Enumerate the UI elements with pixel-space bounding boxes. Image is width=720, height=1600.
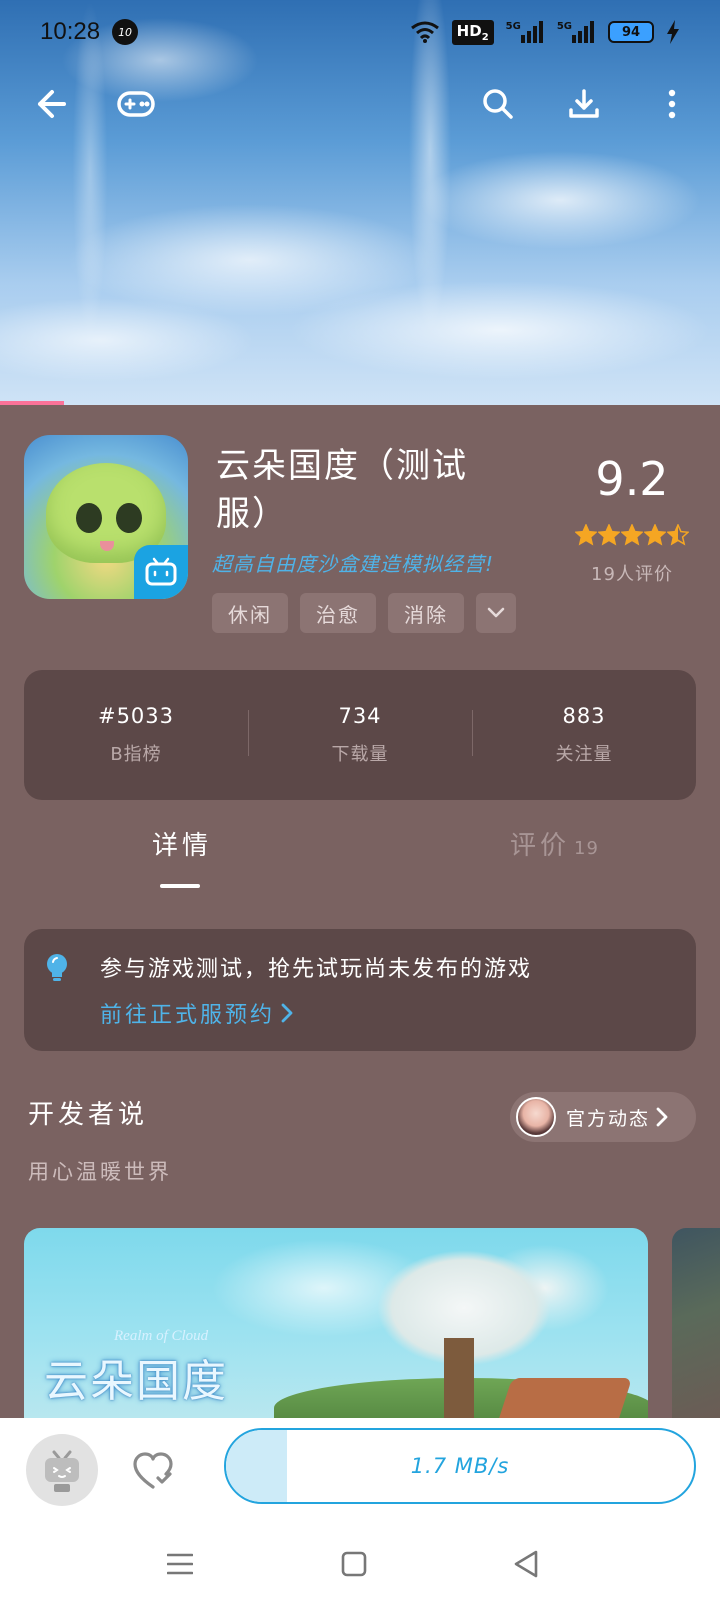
screenshot-2[interactable] bbox=[672, 1228, 720, 1418]
gamepad-icon bbox=[117, 91, 155, 117]
game-logo-en: Realm of Cloud bbox=[114, 1328, 209, 1344]
tag-item[interactable]: 休闲 bbox=[212, 593, 288, 633]
notification-badge: 10 bbox=[112, 19, 139, 45]
back-arrow-icon bbox=[38, 90, 66, 118]
tab-reviews-label: 评价 bbox=[510, 831, 571, 861]
stat-label: 下载量 bbox=[331, 744, 389, 765]
back-button[interactable] bbox=[28, 82, 72, 126]
avatar bbox=[516, 1097, 556, 1137]
wifi-icon bbox=[410, 20, 440, 44]
charging-icon bbox=[666, 20, 680, 44]
stats-card: #5033 B指榜 734 下载量 883 关注量 bbox=[24, 670, 696, 800]
recents-button[interactable] bbox=[162, 1546, 198, 1582]
hd-voice-icon: HD2 bbox=[451, 19, 494, 45]
official-news-button[interactable]: 官方动态 bbox=[510, 1092, 696, 1142]
status-icons: HD2 5G 5G 94 bbox=[410, 19, 680, 45]
tab-reviews-count: 19 bbox=[574, 838, 599, 859]
chevron-right-icon bbox=[656, 1107, 668, 1127]
download-icon bbox=[569, 89, 599, 118]
tag-list: 休闲 治愈 消除 bbox=[212, 593, 516, 633]
stat-downloads: 734 下载量 bbox=[248, 704, 472, 766]
rating-score: 9.2 bbox=[595, 452, 669, 506]
rating-count: 19人评价 bbox=[591, 564, 673, 585]
more-button[interactable] bbox=[650, 82, 694, 126]
stat-followers: 883 关注量 bbox=[472, 704, 696, 766]
star-icon bbox=[644, 524, 666, 546]
status-time: 10:28 bbox=[40, 18, 101, 45]
bottom-action-bar: 1.7 MB/s bbox=[0, 1418, 720, 1528]
favorite-button[interactable] bbox=[130, 1448, 176, 1494]
chevron-right-icon bbox=[281, 1003, 293, 1023]
screenshot-1[interactable]: Realm of Cloud 云朵国度 bbox=[24, 1228, 648, 1418]
system-back-button[interactable] bbox=[508, 1546, 544, 1582]
stat-rank[interactable]: #5033 B指榜 bbox=[24, 704, 248, 766]
signal-5g-icon-2: 5G bbox=[557, 21, 596, 43]
tag-item[interactable]: 消除 bbox=[388, 593, 464, 633]
star-icon bbox=[621, 524, 643, 546]
tab-indicator bbox=[160, 884, 200, 888]
tab-reviews[interactable]: 评价 19 bbox=[510, 825, 599, 862]
star-icon bbox=[667, 524, 689, 546]
beta-notice-card: 参与游戏测试，抢先试玩尚未发布的游戏 前往正式服预约 bbox=[24, 929, 696, 1051]
download-manager-button[interactable] bbox=[562, 82, 606, 126]
battery-icon: 94 bbox=[608, 21, 654, 43]
more-vertical-icon bbox=[668, 89, 676, 119]
stat-label: B指榜 bbox=[110, 744, 162, 765]
download-progress-button[interactable]: 1.7 MB/s bbox=[224, 1428, 696, 1504]
app-subtitle: 超高自由度沙盒建造模拟经营! bbox=[212, 552, 495, 576]
download-speed: 1.7 MB/s bbox=[410, 1454, 510, 1478]
search-button[interactable] bbox=[476, 82, 520, 126]
stat-value: 734 bbox=[338, 704, 382, 728]
app-icon bbox=[24, 435, 188, 599]
stat-label: 关注量 bbox=[555, 744, 613, 765]
status-bar: 10:28 10 HD2 5G 5G 94 bbox=[0, 0, 720, 64]
app-title: 云朵国度（测试服） bbox=[216, 446, 468, 534]
game-logo: Realm of Cloud 云朵国度 bbox=[44, 1328, 228, 1409]
star-icon bbox=[575, 524, 597, 546]
triangle-back-icon bbox=[514, 1550, 538, 1578]
developer-section-title: 开发者说 bbox=[28, 1100, 149, 1130]
notice-text: 参与游戏测试，抢先试玩尚未发布的游戏 bbox=[100, 957, 533, 982]
chevron-down-icon bbox=[487, 607, 505, 618]
system-nav-bar bbox=[0, 1528, 720, 1600]
top-nav bbox=[0, 72, 720, 136]
menu-icon bbox=[167, 1553, 193, 1575]
stat-value: #5033 bbox=[97, 704, 175, 728]
hero-carousel-progress bbox=[0, 401, 64, 405]
home-button[interactable] bbox=[336, 1546, 372, 1582]
search-icon bbox=[483, 89, 513, 119]
tv-mascot-icon bbox=[45, 1450, 79, 1492]
official-server-link-label: 前往正式服预约 bbox=[100, 1003, 276, 1028]
star-icon bbox=[598, 524, 620, 546]
game-logo-cn: 云朵国度 bbox=[44, 1356, 228, 1407]
game-center-button[interactable] bbox=[114, 82, 158, 126]
heart-check-icon bbox=[133, 1452, 173, 1489]
tag-item[interactable]: 治愈 bbox=[300, 593, 376, 633]
official-news-label: 官方动态 bbox=[566, 1107, 651, 1130]
tab-details[interactable]: 详情 bbox=[152, 825, 212, 862]
lightbulb-icon bbox=[44, 953, 70, 987]
signal-5g-icon: 5G bbox=[506, 21, 545, 43]
rating-stars bbox=[575, 524, 689, 546]
bilibili-tv-avatar-button[interactable] bbox=[26, 1434, 98, 1506]
square-icon bbox=[341, 1551, 367, 1577]
official-server-link[interactable]: 前往正式服预约 bbox=[100, 997, 293, 1029]
developer-quote: 用心温暖世界 bbox=[28, 1160, 172, 1184]
bilibili-tv-icon bbox=[134, 545, 188, 599]
expand-tags-button[interactable] bbox=[476, 593, 516, 633]
stat-value: 883 bbox=[562, 704, 606, 728]
